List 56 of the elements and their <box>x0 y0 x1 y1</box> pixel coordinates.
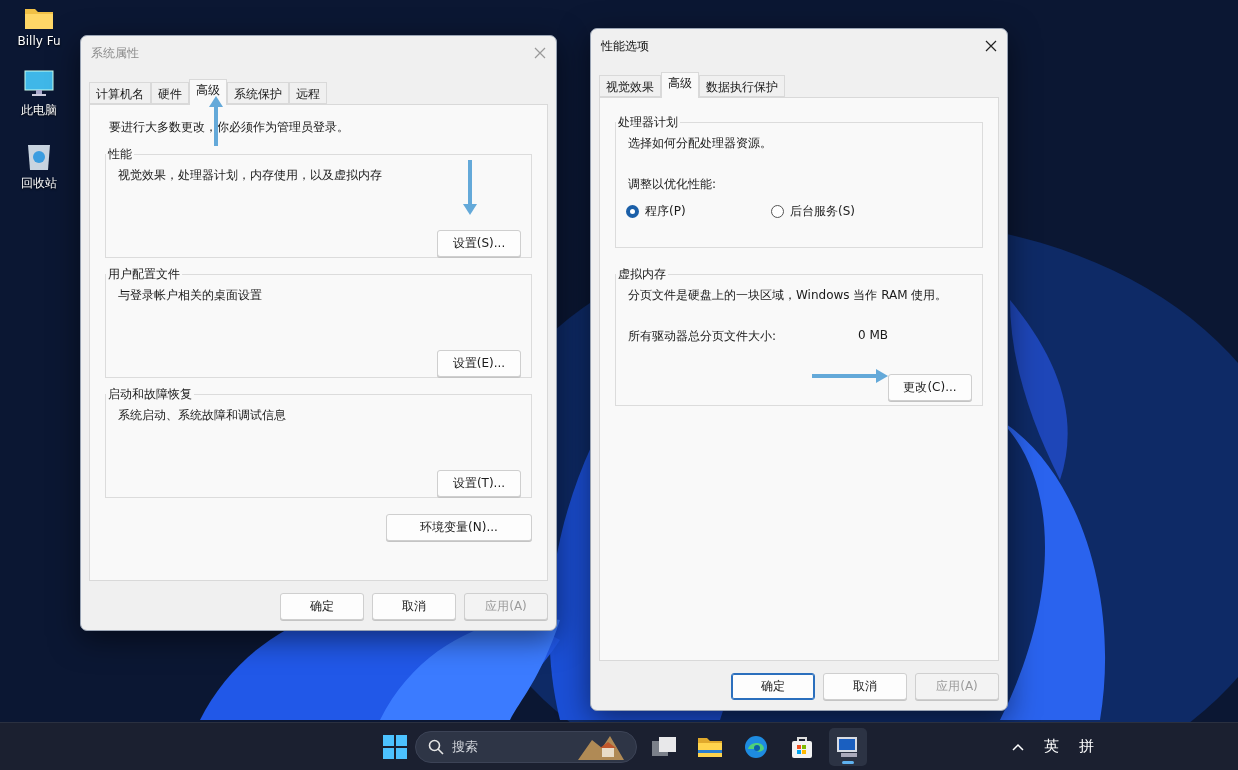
radio-button[interactable] <box>771 205 784 218</box>
environment-variables-button[interactable]: 环境变量(N)... <box>386 514 532 541</box>
tab[interactable]: 硬件 <box>151 82 189 104</box>
group-description: 分页文件是硬盘上的一块区域，Windows 当作 RAM 使用。 <box>627 287 949 304</box>
window-title: 系统属性 <box>91 44 139 62</box>
dialog-button[interactable]: 确定 <box>280 593 364 620</box>
paging-size-value: 0 MB <box>857 328 889 344</box>
group-title: 虚拟内存 <box>617 266 667 283</box>
monitor-icon <box>24 70 54 98</box>
chevron-up-icon[interactable] <box>1012 742 1024 751</box>
arrow-icon <box>463 160 477 215</box>
change-button[interactable]: 更改(C)... <box>888 374 972 401</box>
taskbar-app[interactable] <box>829 727 867 766</box>
edge-icon[interactable] <box>744 734 768 759</box>
task-view-icon[interactable] <box>651 735 677 758</box>
group-description: 视觉效果，处理器计划，内存使用，以及虚拟内存 <box>117 167 383 184</box>
search-field[interactable]: 搜索 <box>415 730 637 763</box>
desktop-icon-label[interactable]: 回收站 <box>21 175 57 192</box>
folder-icon[interactable] <box>697 735 723 758</box>
search-icon <box>428 738 444 755</box>
tab[interactable]: 计算机名 <box>89 82 151 104</box>
input-method-indicator[interactable]: 英 <box>1044 737 1059 756</box>
desktop-icon-label[interactable]: 此电脑 <box>21 102 57 119</box>
tab[interactable]: 高级 <box>189 79 227 105</box>
arrow-icon <box>812 369 888 383</box>
radio-label[interactable]: 后台服务(S) <box>788 203 855 220</box>
settings-button[interactable]: 设置(T)... <box>437 470 521 497</box>
store-bag-icon[interactable] <box>790 734 814 759</box>
active-indicator <box>842 760 854 764</box>
group-description: 选择如何分配处理器资源。 <box>627 135 773 152</box>
tab[interactable]: 视觉效果 <box>599 75 661 97</box>
group-title: 启动和故障恢复 <box>107 386 193 403</box>
settings-button[interactable]: 设置(S)... <box>437 230 521 257</box>
window-title: 性能选项 <box>601 37 649 55</box>
input-method-indicator[interactable]: 拼 <box>1079 737 1094 756</box>
tab[interactable]: 远程 <box>289 82 327 104</box>
desktop-icon-label[interactable]: Billy Fu <box>17 34 61 48</box>
radio-label[interactable]: 程序(P) <box>643 203 686 220</box>
notice-text: 要进行大多数更改，你必须作为管理员登录。 <box>108 119 350 136</box>
settings-button[interactable]: 设置(E)... <box>437 350 521 377</box>
group-description: 系统启动、系统故障和调试信息 <box>117 407 287 424</box>
dialog-button[interactable]: 取消 <box>823 673 907 700</box>
close-icon[interactable] <box>985 40 997 52</box>
paging-size-label: 所有驱动器总分页文件大小: <box>627 328 778 345</box>
tab[interactable]: 系统保护 <box>227 82 289 104</box>
tab[interactable]: 高级 <box>661 72 699 98</box>
tab[interactable]: 数据执行保护 <box>699 75 785 97</box>
dialog-button[interactable]: 取消 <box>372 593 456 620</box>
group-description: 与登录帐户相关的桌面设置 <box>117 287 263 304</box>
prompt-text: 调整以优化性能: <box>627 176 718 193</box>
dialog-button[interactable]: 确定 <box>731 673 815 700</box>
group-title: 性能 <box>107 146 133 163</box>
start-icon[interactable] <box>383 734 407 759</box>
group-title: 用户配置文件 <box>107 266 181 283</box>
radio-button[interactable] <box>626 205 639 218</box>
group-title: 处理器计划 <box>617 114 679 131</box>
